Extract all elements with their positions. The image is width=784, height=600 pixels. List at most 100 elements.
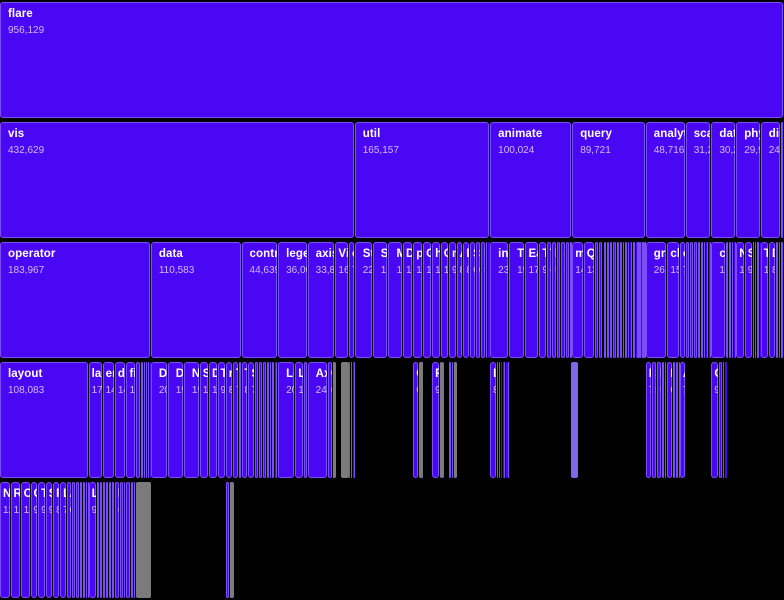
icicle-cell[interactable]	[267, 362, 269, 478]
icicle-cell[interactable]: Tween6,006	[547, 242, 551, 358]
icicle-cell[interactable]	[610, 242, 612, 358]
icicle-cell[interactable]: Scheduler5,593	[557, 242, 561, 358]
icicle-cell[interactable]	[304, 362, 307, 478]
icicle-cell[interactable]: Property5,559	[481, 242, 485, 358]
icicle-cell[interactable]	[86, 482, 87, 598]
icicle-cell[interactable]	[486, 242, 487, 358]
icicle-cell[interactable]	[726, 362, 727, 478]
icicle-cell[interactable]	[120, 482, 123, 598]
icicle-cell[interactable]: encoder14,897	[103, 362, 114, 478]
icicle-cell[interactable]: Sequence5,534	[561, 242, 565, 358]
icicle-cell[interactable]: Tree7,147	[233, 362, 238, 478]
icicle-cell[interactable]: graph26,435	[646, 242, 667, 358]
icicle-cell[interactable]: Dates8,217	[463, 242, 469, 358]
icicle-cell[interactable]	[623, 242, 625, 358]
icicle-cell[interactable]	[781, 122, 783, 238]
icicle-cell[interactable]	[753, 242, 754, 358]
icicle-cell[interactable]	[508, 362, 509, 478]
icicle-cell[interactable]	[497, 362, 498, 478]
icicle-cell[interactable]: NodeLinkTreeLayout12,870	[0, 482, 10, 598]
icicle-cell[interactable]: Layout7,881	[60, 482, 65, 598]
icicle-cell[interactable]: Shapes19,118	[373, 242, 388, 358]
icicle-cell[interactable]: Colors10,001	[441, 242, 448, 358]
icicle-cell[interactable]: flare956,129	[0, 2, 783, 118]
collapsed-frames-segment[interactable]	[136, 482, 151, 598]
icicle-cell[interactable]: Stats6,557	[476, 242, 480, 358]
icicle-cell[interactable]: operator183,967	[0, 242, 150, 358]
icicle-cell[interactable]: CartesianAxes6,703	[328, 362, 333, 478]
icicle-cell[interactable]	[634, 242, 635, 358]
icicle-cell[interactable]	[80, 482, 82, 598]
icicle-cell[interactable]	[141, 362, 143, 478]
icicle-cell[interactable]	[76, 482, 79, 598]
icicle-cell[interactable]	[349, 362, 350, 478]
icicle-cell[interactable]: ScaleBinding11,275	[200, 362, 208, 478]
icicle-cell[interactable]	[452, 362, 454, 478]
icicle-cell[interactable]	[501, 362, 502, 478]
icicle-cell[interactable]: FunctionSequence5,842	[552, 242, 556, 358]
icicle-cell[interactable]	[97, 482, 99, 598]
icicle-cell[interactable]	[144, 362, 145, 478]
icicle-cell[interactable]: heap10,587	[432, 242, 440, 358]
icicle-cell[interactable]	[758, 242, 759, 358]
icicle-cell[interactable]	[504, 362, 505, 478]
icicle-cell[interactable]	[126, 482, 129, 598]
icicle-cell[interactable]: cluster15,207	[667, 242, 678, 358]
icicle-cell[interactable]	[103, 482, 105, 598]
icicle-cell[interactable]: converters18,349	[711, 242, 725, 358]
icicle-cell[interactable]	[631, 242, 632, 358]
icicle-cell[interactable]	[351, 362, 352, 478]
icicle-cell[interactable]	[781, 242, 783, 358]
icicle-cell[interactable]	[112, 482, 113, 598]
icicle-cell[interactable]: vis432,629	[0, 122, 354, 238]
icicle-cell[interactable]	[698, 242, 700, 358]
collapsed-frames-segment[interactable]	[230, 482, 234, 598]
icicle-cell[interactable]	[625, 242, 626, 358]
icicle-cell[interactable]	[146, 362, 147, 478]
icicle-cell[interactable]: legend36,003	[278, 242, 307, 358]
icicle-cell[interactable]: LegendRange10,530	[295, 362, 303, 478]
icicle-cell[interactable]: Strings22,026	[355, 242, 372, 358]
icicle-cell[interactable]	[690, 242, 693, 358]
icicle-cell[interactable]	[106, 482, 108, 598]
icicle-cell[interactable]	[706, 242, 707, 358]
icicle-cell[interactable]: HierarchicalCluster6,714	[667, 362, 672, 478]
icicle-cell[interactable]: Labeler9,956	[89, 482, 96, 598]
icicle-cell[interactable]: methods14,062	[572, 242, 583, 358]
icicle-cell[interactable]: data30,284	[711, 122, 735, 238]
icicle-cell[interactable]: Legend20,859	[278, 362, 294, 478]
icicle-cell[interactable]	[613, 242, 615, 358]
icicle-cell[interactable]: distortion14,219	[115, 362, 126, 478]
icicle-cell[interactable]: Axis24,593	[308, 362, 327, 478]
icicle-cell[interactable]: DirtySprite8,833	[769, 242, 775, 358]
collapsed-frames-segment[interactable]	[440, 362, 444, 478]
icicle-cell[interactable]	[662, 362, 664, 478]
icicle-cell[interactable]: scale31,294	[686, 122, 711, 238]
icicle-cell[interactable]: display24,254	[761, 122, 780, 238]
icicle-cell[interactable]: TooltipControl8,435	[242, 362, 248, 478]
icicle-cell[interactable]: StackedAreaLayout9,121	[46, 482, 52, 598]
icicle-cell[interactable]	[72, 482, 75, 598]
icicle-cell[interactable]	[630, 242, 631, 358]
icicle-cell[interactable]: util165,157	[355, 122, 489, 238]
icicle-cell[interactable]	[723, 362, 724, 478]
icicle-cell[interactable]	[620, 242, 622, 358]
collapsed-frames-segment[interactable]	[341, 362, 349, 478]
icicle-cell[interactable]	[776, 242, 778, 358]
icicle-cell[interactable]: RadialTreeLayout12,348	[11, 482, 20, 598]
icicle-cell[interactable]: label17,057	[89, 362, 102, 478]
collapsed-frames-segment[interactable]	[454, 362, 456, 478]
icicle-cell[interactable]: FibonacciHeap9,354	[432, 362, 439, 478]
collapsed-frames-segment[interactable]	[333, 362, 336, 478]
icicle-cell[interactable]: AspectRatioBanker7,074	[680, 362, 685, 478]
icicle-cell[interactable]: optimization7,074	[680, 242, 685, 358]
icicle-cell[interactable]	[113, 482, 114, 598]
icicle-cell[interactable]: Data20,544	[151, 362, 167, 478]
icicle-cell[interactable]	[701, 242, 703, 358]
icicle-cell[interactable]: CirclePackingLayout12,003	[21, 482, 30, 598]
icicle-cell[interactable]	[499, 362, 500, 478]
icicle-cell[interactable]: Geometry10,993	[423, 242, 431, 358]
icicle-cell[interactable]	[673, 362, 675, 478]
icicle-cell[interactable]: EdgeRenderer5,569	[226, 482, 230, 598]
icicle-cell[interactable]: SelectionControl7,862	[248, 362, 253, 478]
